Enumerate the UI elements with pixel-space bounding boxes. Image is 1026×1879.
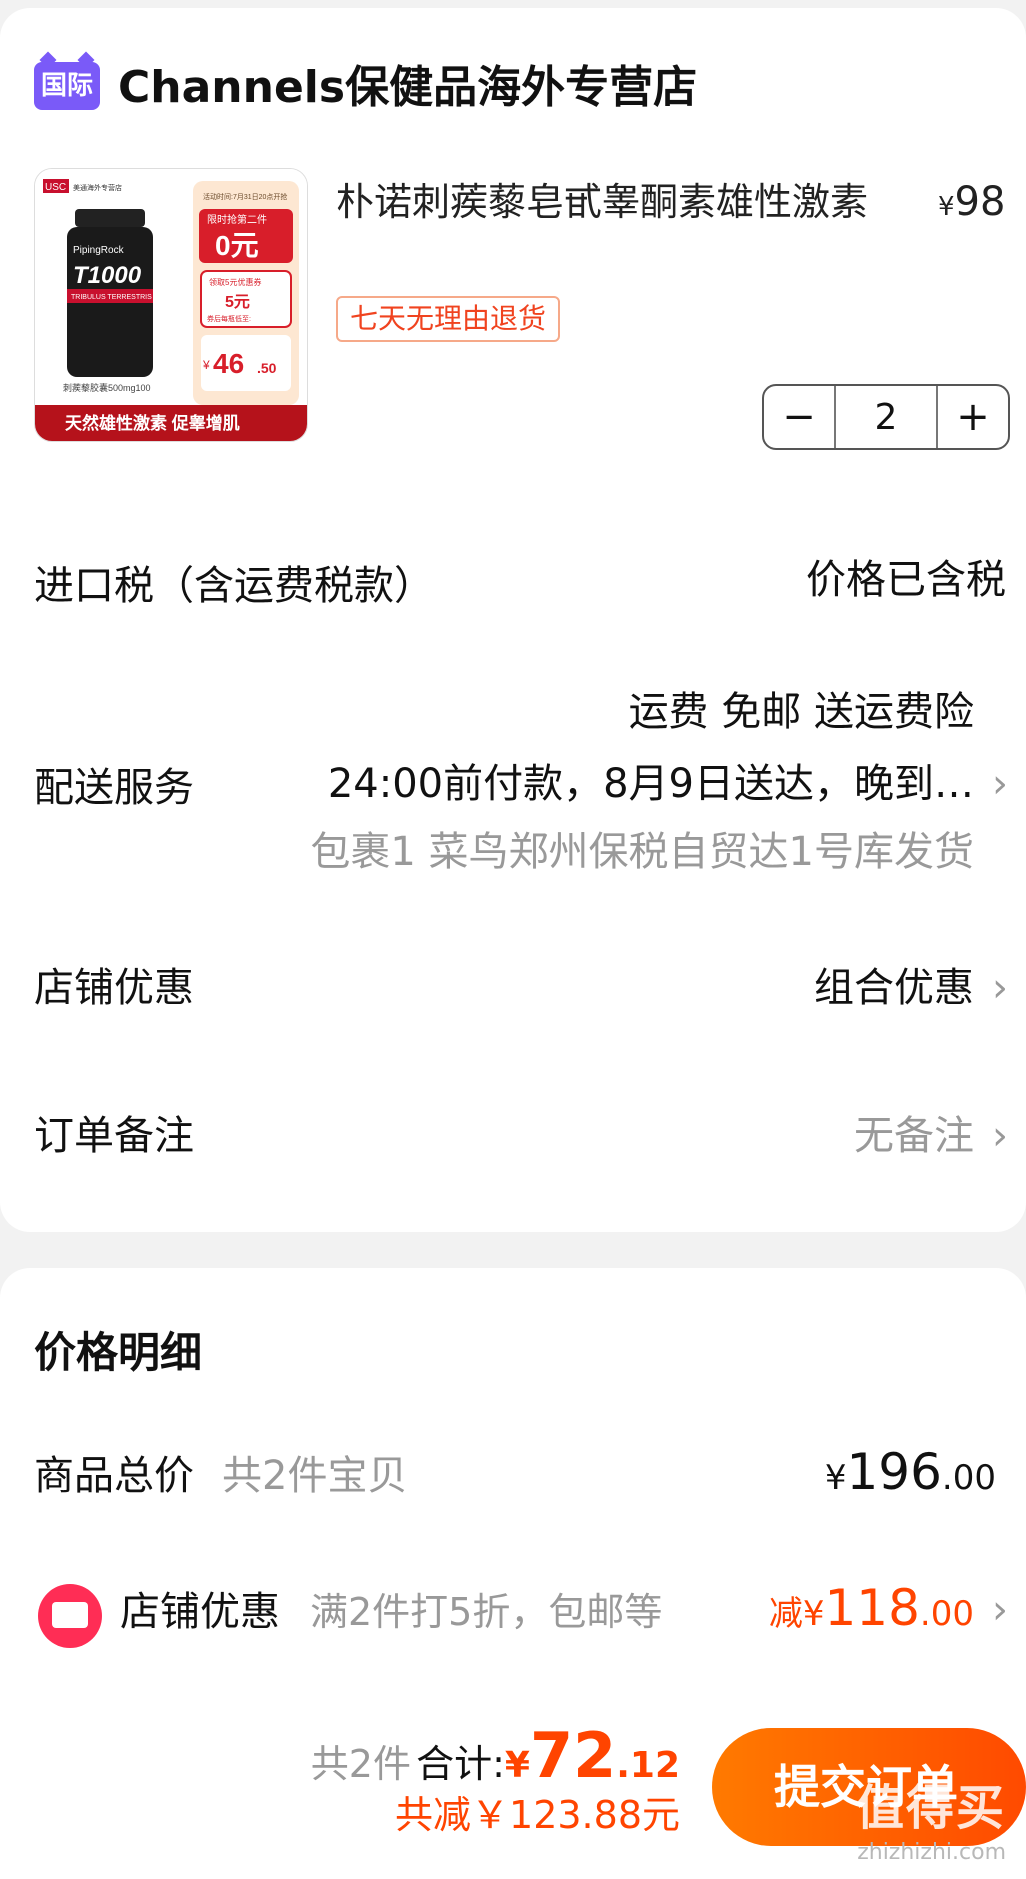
- checkout-saved: 共减￥123.88元: [395, 1793, 680, 1837]
- image-footer: 天然雄性激素 促睾增肌: [65, 413, 240, 433]
- goods-total-count: 共2件宝贝: [222, 1453, 408, 1499]
- product-price-currency: ¥: [938, 192, 955, 222]
- checkout-total-dec: .12: [616, 1745, 680, 1786]
- shop-discount-detail-label: 店铺优惠: [120, 1589, 280, 1635]
- product-image-graphic: USC 美通海外专营店 PipingRock T1000 TRIBULUS TE…: [35, 169, 307, 441]
- spec-label: 刺蒺藜胶囊500mg100: [63, 382, 151, 393]
- coupon-line1: 领取5元优惠券: [209, 277, 261, 287]
- shop-icon: [38, 1584, 102, 1648]
- shipping-chevron-icon[interactable]: ›: [992, 758, 1008, 810]
- shop-discount-detail-chevron-icon[interactable]: ›: [992, 1584, 1008, 1636]
- store-name[interactable]: Channels保健品海外专营店: [118, 60, 697, 116]
- return-policy-tag: 七天无理由退货: [336, 296, 561, 342]
- shop-discount-dec: .00: [919, 1594, 974, 1634]
- quantity-value[interactable]: 2: [836, 386, 938, 448]
- shop-discount-currency: ¥: [802, 1594, 825, 1634]
- low-price-currency: ¥: [202, 358, 210, 372]
- shipping-fee-text[interactable]: 运费 免邮 送运费险: [629, 686, 974, 738]
- warehouse-text[interactable]: 包裹1 菜鸟郑州保税自贸达1号库发货: [310, 826, 974, 878]
- shipping-label: 配送服务: [34, 765, 194, 811]
- goods-total-currency: ¥: [824, 1458, 847, 1498]
- watermark-logo: 值得买: [855, 1780, 1006, 1836]
- bottle-sub: TRIBULUS TERRESTRIS: [71, 294, 152, 301]
- goods-total-dec: .00: [941, 1458, 996, 1498]
- product-image[interactable]: USC 美通海外专营店 PipingRock T1000 TRIBULUS TE…: [34, 168, 308, 442]
- promo-big: 0元: [215, 230, 259, 261]
- order-note-value[interactable]: 无备注: [854, 1110, 974, 1162]
- brand-tag: USC: [45, 182, 66, 193]
- brand-sub: 美通海外专营店: [73, 183, 122, 192]
- low-price-decimal: .50: [257, 360, 277, 376]
- decrease-button[interactable]: −: [764, 386, 836, 448]
- checkout-total-currency: ¥: [504, 1745, 530, 1786]
- coupon-big: 5元: [225, 294, 250, 311]
- shop-discount-int: 118: [824, 1579, 920, 1637]
- goods-total-label: 商品总价: [34, 1453, 194, 1499]
- order-note-label: 订单备注: [34, 1113, 194, 1159]
- shop-discount-prefix: 减: [768, 1594, 803, 1634]
- shop-discount-value[interactable]: 组合优惠: [814, 962, 974, 1014]
- promo-note: 活动时间:7月31日20点开抢: [203, 192, 287, 201]
- low-price: 46: [213, 348, 244, 379]
- order-note-chevron-icon[interactable]: ›: [992, 1110, 1008, 1162]
- goods-total-price: ¥196.00: [825, 1442, 996, 1508]
- product-price: ¥98: [938, 178, 1005, 231]
- watermark-url: zhizhizhi.com: [857, 1840, 1006, 1865]
- checkout-total-label: 合计:: [416, 1742, 505, 1786]
- promo-line1: 限时抢第二件: [207, 213, 267, 226]
- import-tax-value: 价格已含税: [806, 557, 1006, 603]
- quantity-stepper: − 2 +: [762, 384, 1010, 450]
- checkout-total-int: 72: [529, 1719, 617, 1792]
- checkout-count: 共2件: [310, 1742, 411, 1786]
- import-tax-label: 进口税（含运费税款）: [34, 563, 434, 609]
- bottle-brand: PipingRock: [73, 245, 125, 256]
- product-title[interactable]: 朴诺刺蒺藜皂甙睾酮素雄性激素: [336, 178, 868, 226]
- international-badge: 国际: [34, 62, 100, 110]
- price-detail-title: 价格明细: [34, 1328, 203, 1377]
- goods-total-int: 196: [846, 1443, 942, 1501]
- shop-discount-amount[interactable]: 减¥118.00: [769, 1578, 974, 1644]
- product-price-value: 98: [954, 179, 1006, 225]
- shop-discount-chevron-icon[interactable]: ›: [992, 962, 1008, 1014]
- shop-discount-detail-sub: 满2件打5折，包邮等: [310, 1590, 663, 1634]
- shop-discount-label: 店铺优惠: [34, 965, 194, 1011]
- increase-button[interactable]: +: [938, 386, 1008, 448]
- bottle-name: T1000: [73, 262, 142, 289]
- coupon-line2: 券后每瓶低至:: [207, 314, 251, 323]
- delivery-time-text[interactable]: 24:00前付款，8月9日送达，晚到…: [328, 758, 974, 810]
